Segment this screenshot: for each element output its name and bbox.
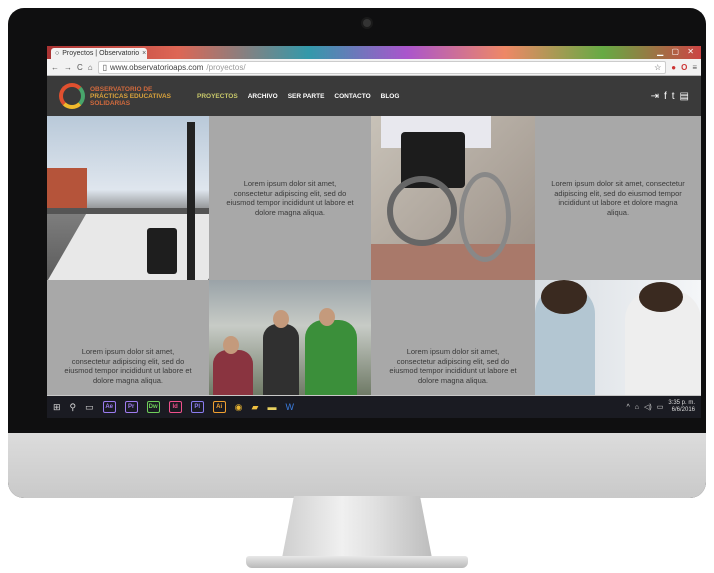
- clock-time: 3:35 p. m.: [668, 400, 695, 406]
- reload-icon[interactable]: C: [77, 63, 83, 72]
- tab-title: Proyectos | Observatorio: [62, 50, 140, 57]
- site-logo[interactable]: OBSERVATORIO DE PRÁCTICAS EDUCATIVAS SOL…: [59, 83, 187, 109]
- clock[interactable]: 3:35 p. m. 6/6/2016: [668, 400, 695, 414]
- social-links: ⇥ f t ▤: [651, 91, 689, 102]
- project-grid: Lorem ipsum dolor sit amet, consectetur …: [47, 116, 701, 395]
- taskbar-app-dreamweaver[interactable]: Dw: [146, 401, 160, 413]
- network-icon[interactable]: ⌂: [635, 404, 639, 411]
- opera-icon[interactable]: O: [681, 63, 687, 72]
- project-text-2: Lorem ipsum dolor sit amet, consectetur …: [535, 116, 701, 280]
- clock-date: 6/6/2016: [671, 407, 695, 413]
- browser-toolbar: ← → C ⌂ ▯ www.observatorioaps.com/proyec…: [47, 59, 701, 76]
- file-explorer-icon[interactable]: ▰: [252, 402, 259, 413]
- logo-mark-icon: [59, 83, 85, 109]
- address-bar[interactable]: ▯ www.observatorioaps.com/proyectos/ ☆: [97, 60, 667, 74]
- notifications-icon[interactable]: ▭: [657, 403, 664, 411]
- logo-line-2: PRÁCTICAS EDUCATIVAS: [90, 92, 172, 100]
- url-domain: www.observatorioaps.com: [110, 62, 204, 72]
- menu-icon[interactable]: ≡: [692, 63, 697, 72]
- back-arrow-icon[interactable]: ←: [51, 63, 59, 72]
- system-tray: ^ ⌂ ◁) ▭ 3:35 p. m. 6/6/2016: [626, 400, 695, 414]
- forward-arrow-icon[interactable]: →: [64, 63, 72, 72]
- project-text-3: Lorem ipsum dolor sit amet, consectetur …: [47, 280, 209, 395]
- site-header: OBSERVATORIO DE PRÁCTICAS EDUCATIVAS SOL…: [47, 76, 701, 116]
- tray-chevron-icon[interactable]: ^: [626, 404, 629, 411]
- taskbar-app-after-effects[interactable]: Ae: [102, 401, 116, 413]
- nav-proyectos[interactable]: PROYECTOS: [197, 93, 238, 100]
- taskbar-app-indesign[interactable]: Id: [168, 401, 182, 413]
- browser-tabbar: ○ Proyectos | Observatorio × ▁ ▢ ✕: [47, 46, 701, 59]
- login-icon[interactable]: ⇥: [651, 91, 659, 102]
- search-icon[interactable]: ⚲: [70, 402, 77, 413]
- blog-icon[interactable]: ▤: [680, 91, 689, 102]
- monitor-base: [246, 556, 468, 568]
- folder-icon[interactable]: ▬: [267, 402, 276, 412]
- site-nav: PROYECTOS ARCHIVO SER PARTE CONTACTO BLO…: [197, 93, 399, 100]
- twitter-icon[interactable]: t: [672, 91, 675, 102]
- bookmark-star-icon[interactable]: ☆: [654, 63, 661, 72]
- url-path: /proyectos/: [206, 62, 246, 72]
- page-icon: ▯: [102, 62, 108, 72]
- logo-line-3: SOLIDARIAS: [90, 99, 131, 107]
- project-photo-children[interactable]: [209, 280, 371, 395]
- taskbar-app-premiere[interactable]: Pr: [124, 401, 138, 413]
- home-icon[interactable]: ⌂: [88, 63, 93, 72]
- nav-ser-parte[interactable]: SER PARTE: [288, 93, 325, 100]
- nav-archivo[interactable]: ARCHIVO: [248, 93, 278, 100]
- screen: ○ Proyectos | Observatorio × ▁ ▢ ✕ ← → C…: [47, 46, 701, 418]
- taskbar-app-prelude[interactable]: Pl: [190, 401, 204, 413]
- tab-favicon-icon: ○: [55, 50, 60, 57]
- project-text-1: Lorem ipsum dolor sit amet, consectetur …: [209, 116, 371, 280]
- monitor-stand: [282, 496, 432, 558]
- browser-tab[interactable]: ○ Proyectos | Observatorio ×: [51, 48, 147, 59]
- chrome-icon[interactable]: ◉: [235, 402, 243, 413]
- logo-text: OBSERVATORIO DE PRÁCTICAS EDUCATIVAS SOL…: [90, 86, 171, 107]
- facebook-icon[interactable]: f: [664, 91, 667, 102]
- project-photo-wheelchair[interactable]: [371, 116, 535, 280]
- logo-line-1: OBSERVATORIO DE: [90, 85, 153, 93]
- tab-close-icon[interactable]: ×: [142, 50, 146, 57]
- project-photo-lab[interactable]: [535, 280, 701, 395]
- word-icon[interactable]: W: [285, 402, 294, 412]
- project-photo-promenade[interactable]: [47, 116, 209, 280]
- webcam: [363, 19, 371, 27]
- monitor-bezel: ○ Proyectos | Observatorio × ▁ ▢ ✕ ← → C…: [8, 8, 706, 498]
- window-controls[interactable]: ▁ ▢ ✕: [657, 47, 697, 56]
- windows-start-icon[interactable]: ⊞: [53, 402, 61, 413]
- nav-contacto[interactable]: CONTACTO: [334, 93, 370, 100]
- taskbar-app-illustrator[interactable]: Ai: [212, 401, 226, 413]
- nav-blog[interactable]: BLOG: [381, 93, 400, 100]
- project-text-4: Lorem ipsum dolor sit amet, consectetur …: [371, 280, 535, 395]
- task-view-icon[interactable]: ▭: [85, 402, 94, 413]
- extension-icon[interactable]: ●: [671, 63, 676, 72]
- monitor-chin: [8, 433, 706, 498]
- volume-icon[interactable]: ◁): [644, 403, 652, 411]
- windows-taskbar: ⊞ ⚲ ▭ Ae Pr Dw Id Pl Ai ◉ ▰ ▬ W ^ ⌂ ◁) ▭…: [47, 396, 701, 418]
